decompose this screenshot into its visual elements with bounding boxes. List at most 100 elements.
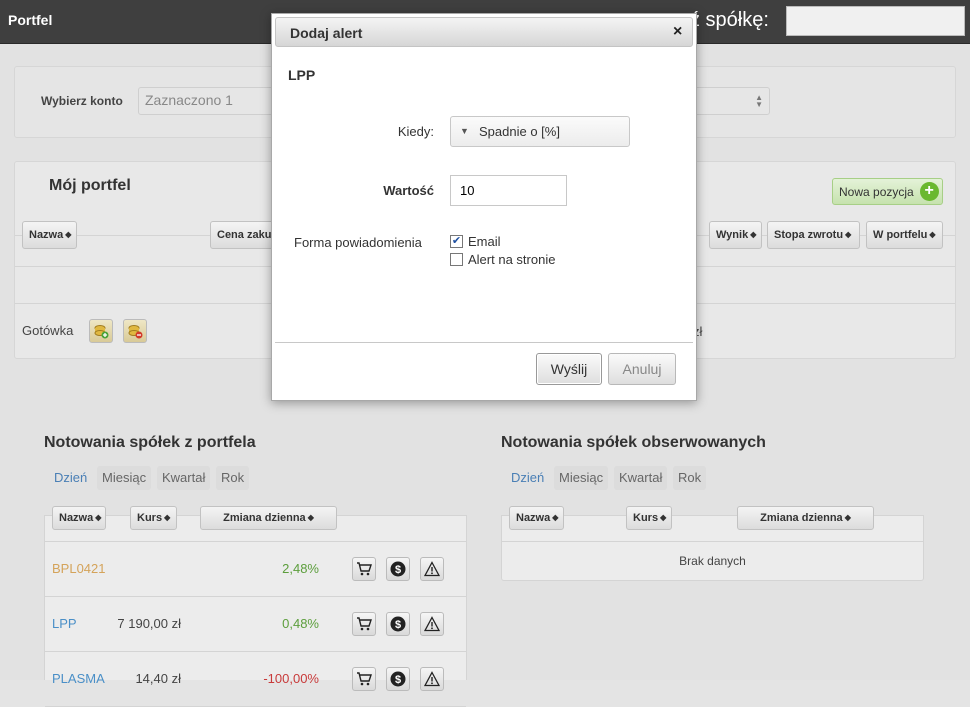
quotes-portfolio-header-line [45,541,466,542]
svg-text:$: $ [395,674,401,686]
quote-row-name[interactable]: PLASMA [52,671,105,686]
value-label: Wartość [383,183,434,198]
quotes-portfolio-table [44,515,467,680]
add-cash-button[interactable] [89,319,113,343]
quotes-watched-empty: Brak danych [679,554,746,568]
column-header-stopa-zwrotu[interactable]: Stopa zwrotu ◆ [767,221,860,249]
sort-icon: ◆ [929,230,936,239]
when-select[interactable]: ▼ Spadnie o [%] [450,116,630,147]
svg-text:$: $ [395,619,401,631]
alert-button[interactable] [420,612,444,636]
search-input[interactable] [786,6,965,36]
quotes-watched-header-line [502,541,923,542]
cancel-button[interactable]: Anuluj [608,353,676,385]
warning-icon [424,616,440,632]
column-header-cena-zakupu[interactable]: Cena zaku [210,221,280,249]
svg-text:$: $ [395,564,401,576]
when-label: Kiedy: [397,124,434,139]
sort-icon: ◆ [660,513,667,522]
sort-icon: ◆ [95,513,102,522]
cart-icon [356,671,372,687]
alert-button[interactable] [420,667,444,691]
check-icon: ✔ [451,235,462,247]
column-header-wynik[interactable]: Wynik ◆ [709,221,762,249]
cash-label: Gotówka [22,323,74,338]
sort-icon: ◆ [750,230,757,239]
quote-row-change: 2,48% [282,561,319,576]
sort-icon: ◆ [552,513,559,522]
quotes-watched-tab-month[interactable]: Miesiąc [554,466,609,490]
email-option-label[interactable]: Email [468,234,501,249]
value-input[interactable] [450,175,567,206]
quote-row-name[interactable]: LPP [52,616,77,631]
dollar-icon: $ [390,561,406,577]
column-header-nazwa[interactable]: Nazwa ◆ [22,221,77,249]
warning-icon [424,561,440,577]
portfolio-title: Mój portfel [49,177,131,194]
alert-stock-name: LPP [288,67,316,83]
quote-row-price: 7 190,00 zł [117,616,181,631]
quotes-watched-tab-day[interactable]: Dzień [506,466,549,490]
quotes-watched-col-nazwa[interactable]: Nazwa ◆ [509,506,564,530]
dividend-button[interactable]: $ [386,667,410,691]
quotes-watched-col-zmiana[interactable]: Zmiana dzienna ◆ [737,506,874,530]
warning-icon [424,671,440,687]
dialog-header: Dodaj alert × [275,17,693,47]
buy-button[interactable] [352,612,376,636]
sort-icon: ◆ [164,513,171,522]
table-row-divider [45,651,466,652]
dollar-icon: $ [390,616,406,632]
dividend-button[interactable]: $ [386,557,410,581]
dollar-icon: $ [390,671,406,687]
buy-button[interactable] [352,667,376,691]
cart-icon [356,616,372,632]
account-label: Wybierz konto [41,94,123,108]
remove-cash-button[interactable] [123,319,147,343]
alert-button[interactable] [420,557,444,581]
buy-button[interactable] [352,557,376,581]
column-header-w-portfelu[interactable]: W portfelu ◆ [866,221,943,249]
quote-row-change: 0,48% [282,616,319,631]
sort-icon: ◆ [845,230,852,239]
select-arrows-icon: ▲ ▼ [755,93,763,109]
quotes-portfolio-col-kurs[interactable]: Kurs ◆ [130,506,177,530]
quotes-portfolio-col-zmiana[interactable]: Zmiana dzienna ◆ [200,506,337,530]
add-alert-dialog: Dodaj alert × LPP Kiedy: ▼ Spadnie o [%]… [271,13,697,401]
sort-icon: ◆ [307,513,314,522]
quotes-watched-col-kurs[interactable]: Kurs ◆ [626,506,672,530]
quotes-portfolio-tab-year[interactable]: Rok [216,466,250,490]
notify-label: Forma powiadomienia [294,235,422,250]
new-position-label: Nowa pozycja [839,185,914,199]
dialog-title: Dodaj alert [290,25,363,41]
quotes-portfolio-tab-day[interactable]: Dzień [49,466,92,490]
new-position-button[interactable]: Nowa pozycja + [832,178,943,205]
table-row-divider [45,596,466,597]
account-select-value: Zaznaczono 1 [145,92,233,108]
dropdown-arrow-icon: ▼ [460,126,469,136]
quote-row-price: 14,40 zł [135,671,181,686]
quotes-portfolio-col-nazwa[interactable]: Nazwa ◆ [52,506,106,530]
close-icon[interactable]: × [673,23,682,41]
plus-circle-icon: + [919,182,939,201]
app-title[interactable]: Portfel [8,12,52,28]
quote-row-change: -100,00% [263,671,319,686]
dividend-button[interactable]: $ [386,612,410,636]
email-checkbox[interactable]: ✔ [450,235,463,248]
quotes-watched-title: Notowania spółek obserwowanych [501,434,766,451]
sort-icon: ◆ [65,230,72,239]
search-label: ź spółkę: [690,9,769,31]
dialog-footer-divider [275,342,693,343]
sort-icon: ◆ [844,513,851,522]
coins-add-icon [94,325,109,339]
quote-row-name[interactable]: BPL0421 [52,561,106,576]
site-alert-option-label[interactable]: Alert na stronie [468,252,555,267]
quotes-watched-tab-quarter[interactable]: Kwartał [614,466,668,490]
coins-remove-icon [128,325,143,339]
site-alert-checkbox[interactable] [450,253,463,266]
quotes-portfolio-tab-month[interactable]: Miesiąc [97,466,152,490]
send-button[interactable]: Wyślij [536,353,602,385]
quotes-watched-tab-year[interactable]: Rok [673,466,707,490]
quotes-portfolio-title: Notowania spółek z portfela [44,434,256,451]
quotes-portfolio-tab-quarter[interactable]: Kwartał [157,466,211,490]
cart-icon [356,561,372,577]
